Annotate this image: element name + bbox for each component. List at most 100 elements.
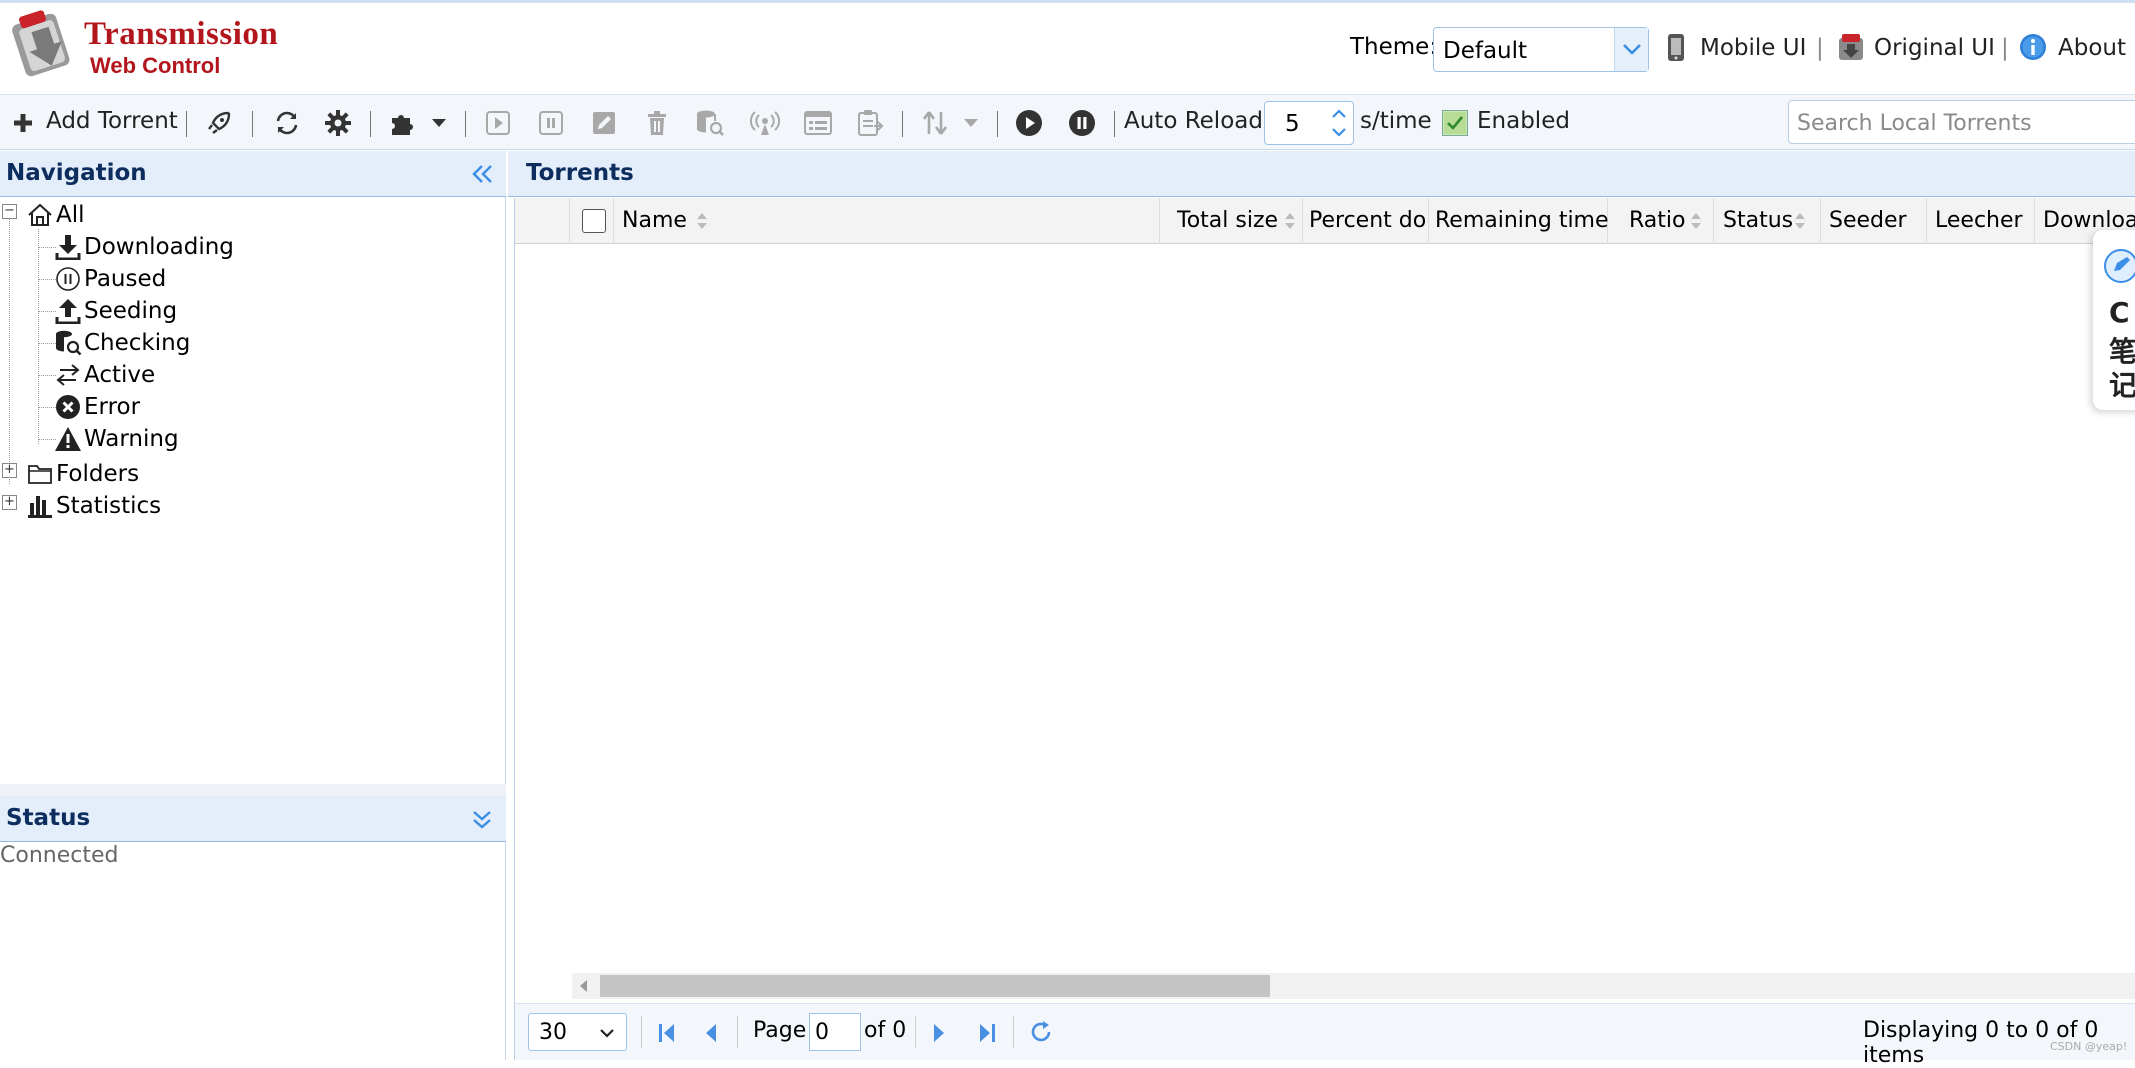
page-number-value[interactable]: 0 — [815, 1020, 829, 1045]
app-title: Transmission — [84, 16, 279, 52]
pause-all-icon[interactable] — [1067, 95, 1097, 151]
nav-item-label: Paused — [84, 266, 167, 292]
toolbar: Add Torrent Auto Reload: 5 s/time Enable… — [0, 94, 2135, 150]
pager-separator — [1013, 1016, 1014, 1048]
toolbar-separator — [370, 111, 371, 137]
collapse-left-icon[interactable] — [470, 163, 494, 185]
mobile-phone-icon[interactable] — [1664, 33, 1688, 63]
chevron-down-icon[interactable] — [1614, 28, 1648, 71]
nav-item-seeding[interactable]: Seeding — [54, 295, 177, 327]
next-page-icon[interactable] — [931, 1022, 947, 1044]
auto-reload-spinner[interactable]: 5 — [1264, 101, 1354, 145]
column-label: Name — [622, 208, 687, 233]
tree-expand-toggle[interactable]: + — [2, 495, 17, 510]
navigation-title: Navigation — [6, 160, 147, 186]
app-header: Transmission Web Control Theme: Default … — [0, 3, 2135, 94]
sort-icon — [1691, 213, 1701, 229]
refresh-icon[interactable] — [272, 95, 302, 151]
last-page-icon[interactable] — [977, 1022, 997, 1044]
enabled-label[interactable]: Enabled — [1477, 108, 1570, 134]
side-floating-widget[interactable]: C 笔 记 — [2093, 230, 2135, 410]
caret-down-icon[interactable] — [428, 95, 450, 151]
nav-item-active[interactable]: Active — [54, 359, 155, 391]
start-icon[interactable] — [483, 95, 513, 151]
puzzle-icon[interactable] — [388, 95, 418, 151]
page-count: of 0 — [864, 1018, 907, 1043]
pagination-bar: 30 Page 0 of 0 Displaying 0 to 0 of 0 it… — [514, 1003, 2135, 1068]
column-remaining-time[interactable]: Remaining time — [1429, 198, 1609, 244]
nav-item-error[interactable]: Error — [54, 391, 140, 423]
collapse-down-icon[interactable] — [470, 808, 494, 832]
search-box[interactable] — [1788, 100, 2135, 144]
torrents-grid: Name Total size Percent done Remaining t… — [514, 198, 2135, 1003]
folder-list-icon[interactable] — [802, 95, 834, 151]
nav-item-folders[interactable]: Folders — [26, 458, 139, 490]
column-total-size[interactable]: Total size — [1160, 198, 1303, 244]
tree-expand-toggle[interactable]: + — [2, 463, 17, 478]
column-percent-done[interactable]: Percent done — [1303, 198, 1429, 244]
caret-down-icon[interactable] — [961, 95, 981, 151]
nav-item-paused[interactable]: Paused — [54, 263, 166, 295]
trash-icon[interactable] — [642, 95, 672, 151]
nav-item-warning[interactable]: Warning — [54, 423, 179, 455]
sort-arrows-icon[interactable] — [920, 95, 950, 151]
column-label: Total size — [1177, 208, 1279, 233]
transmission-icon[interactable] — [1836, 32, 1866, 62]
column-name[interactable]: Name — [614, 198, 1160, 244]
scrollbar-thumb[interactable] — [600, 975, 1270, 997]
error-circle-icon — [54, 393, 82, 421]
spinner-arrows-icon[interactable] — [1325, 102, 1353, 144]
nav-item-statistics[interactable]: Statistics — [26, 490, 161, 522]
upload-icon — [54, 297, 82, 325]
info-icon[interactable] — [2019, 33, 2047, 61]
original-ui-link[interactable]: Original UI — [1874, 35, 1995, 61]
clipboard-icon[interactable] — [854, 95, 886, 151]
database-search-icon[interactable] — [694, 95, 726, 151]
gear-icon[interactable] — [323, 95, 353, 151]
add-torrent-button[interactable]: Add Torrent — [46, 108, 178, 134]
nav-item-label: Active — [84, 362, 156, 388]
rocket-icon[interactable] — [204, 95, 234, 151]
horizontal-scrollbar[interactable] — [572, 973, 2135, 999]
start-all-icon[interactable] — [1014, 95, 1044, 151]
auto-reload-label: Auto Reload: — [1124, 108, 1271, 134]
sort-icon — [697, 213, 707, 229]
plus-icon[interactable] — [12, 95, 34, 151]
column-leecher[interactable]: Leecher — [1927, 198, 2035, 244]
auto-reload-unit: s/time — [1360, 108, 1432, 134]
tracker-antenna-icon[interactable] — [749, 95, 781, 151]
pause-icon[interactable] — [536, 95, 566, 151]
folder-icon — [26, 460, 54, 488]
select-all-column — [570, 198, 614, 244]
enabled-checkbox[interactable] — [1442, 110, 1468, 136]
column-status[interactable]: Status — [1714, 198, 1821, 244]
page-number-input[interactable]: 0 — [809, 1013, 861, 1051]
mobile-ui-link[interactable]: Mobile UI — [1700, 35, 1806, 61]
edit-icon[interactable] — [589, 95, 619, 151]
search-input[interactable] — [1797, 109, 2117, 137]
nav-item-checking[interactable]: Checking — [54, 327, 190, 359]
panel-splitter[interactable] — [0, 784, 506, 796]
nav-item-downloading[interactable]: Downloading — [54, 231, 234, 263]
bar-chart-icon — [26, 492, 54, 520]
column-ratio[interactable]: Ratio — [1608, 198, 1714, 244]
nav-item-all[interactable]: All — [26, 199, 85, 231]
nav-item-label: Seeding — [84, 298, 178, 324]
about-link[interactable]: About — [2058, 35, 2126, 61]
previous-page-icon[interactable] — [703, 1022, 719, 1044]
torrents-header: Torrents — [508, 151, 2135, 197]
first-page-icon[interactable] — [657, 1022, 677, 1044]
auto-reload-value[interactable]: 5 — [1285, 111, 1300, 137]
toolbar-separator — [465, 111, 466, 137]
toolbar-separator — [1114, 111, 1115, 137]
column-seeder[interactable]: Seeder — [1821, 198, 1927, 244]
watermark: CSDN @yeap! — [2050, 1040, 2128, 1053]
select-all-checkbox[interactable] — [582, 209, 606, 233]
nav-item-label: Downloading — [84, 234, 234, 260]
status-panel: Status Connected — [0, 796, 506, 1060]
reload-icon[interactable] — [1029, 1020, 1053, 1044]
tree-collapse-toggle[interactable]: − — [2, 204, 17, 219]
scroll-left-icon[interactable] — [578, 979, 590, 993]
page-size-select[interactable]: 30 — [528, 1013, 627, 1051]
theme-select[interactable]: Default — [1433, 27, 1649, 72]
